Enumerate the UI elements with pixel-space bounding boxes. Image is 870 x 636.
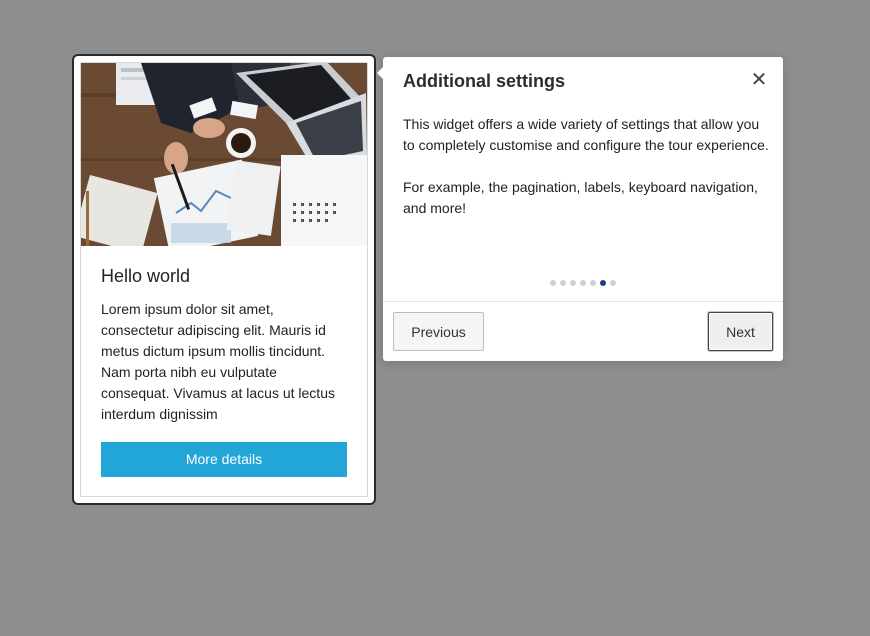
progress-dot bbox=[580, 280, 586, 286]
card-description: Lorem ipsum dolor sit amet, consectetur … bbox=[101, 301, 335, 422]
popover-paragraph: For example, the pagination, labels, key… bbox=[403, 179, 758, 216]
popover-paragraph: This widget offers a wide variety of set… bbox=[403, 116, 769, 153]
progress-dot-active bbox=[600, 280, 606, 286]
popover-description: This widget offers a wide variety of set… bbox=[403, 114, 773, 219]
tour-highlight: Hello world Lorem ipsum dolor sit amet, … bbox=[74, 56, 374, 503]
tour-popover: Additional settings ✕ This widget offers… bbox=[377, 57, 783, 361]
popover-arrow bbox=[377, 67, 383, 79]
progress-dot bbox=[570, 280, 576, 286]
popover-title: Additional settings bbox=[403, 71, 565, 91]
more-details-button[interactable]: More details bbox=[101, 442, 347, 477]
close-icon[interactable]: ✕ bbox=[749, 69, 769, 91]
progress-dot bbox=[560, 280, 566, 286]
progress-dot bbox=[590, 280, 596, 286]
card-title: Hello world bbox=[101, 266, 191, 286]
card-image bbox=[81, 63, 367, 246]
popover-footer: Previous Next bbox=[383, 301, 783, 361]
progress-dot bbox=[610, 280, 616, 286]
progress-dot bbox=[550, 280, 556, 286]
next-button[interactable]: Next bbox=[708, 312, 773, 351]
progress-dots bbox=[383, 280, 783, 286]
card: Hello world Lorem ipsum dolor sit amet, … bbox=[80, 62, 368, 497]
previous-button[interactable]: Previous bbox=[393, 312, 484, 351]
